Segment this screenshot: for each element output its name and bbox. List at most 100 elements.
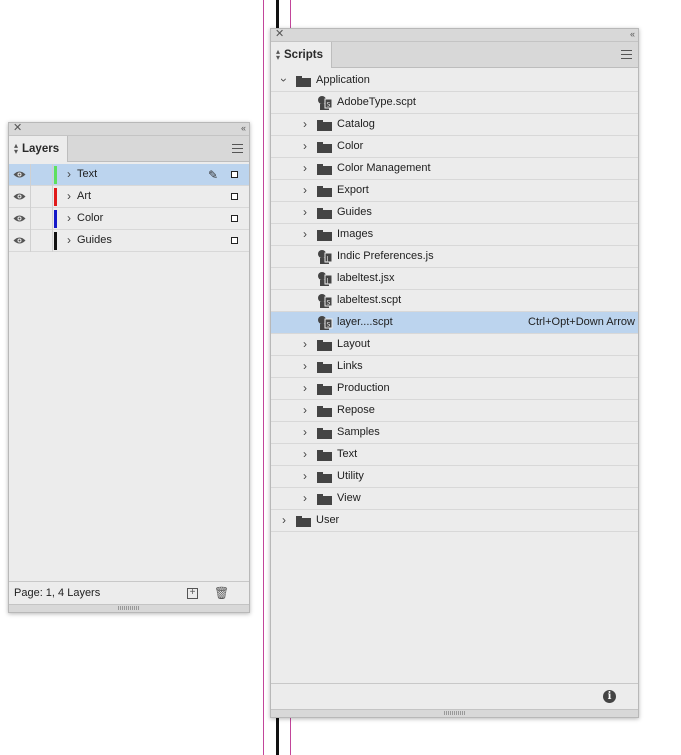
margin-guide-left: [263, 0, 264, 755]
chevron-down-icon[interactable]: ›: [277, 78, 291, 82]
trash-icon[interactable]: 🗑: [214, 586, 229, 600]
item-label: Color: [337, 140, 364, 152]
svg-text:S: S: [327, 300, 331, 307]
item-label: Catalog: [337, 118, 375, 130]
selection-square[interactable]: [231, 171, 238, 178]
svg-text:S: S: [327, 102, 331, 109]
eye-icon[interactable]: [13, 192, 26, 201]
chevron-right-icon[interactable]: ›: [303, 337, 307, 351]
scripts-footer: i: [271, 683, 638, 709]
item-label: layer....scpt: [337, 316, 393, 328]
item-label: Production: [337, 382, 390, 394]
chevron-right-icon[interactable]: ›: [303, 359, 307, 373]
tab-layers[interactable]: ▴ ▾ Layers: [9, 136, 69, 162]
folder-row[interactable]: › Utility: [271, 466, 638, 488]
folder-row[interactable]: › Production: [271, 378, 638, 400]
new-layer-icon[interactable]: +: [187, 588, 198, 599]
layer-row[interactable]: › Text ✎: [9, 164, 249, 186]
resize-handle[interactable]: [9, 604, 249, 612]
tab-scripts[interactable]: ▴ ▾ Scripts: [271, 42, 333, 68]
layer-color-swatch: [54, 166, 57, 184]
selection-square[interactable]: [231, 215, 238, 222]
selection-square[interactable]: [231, 237, 238, 244]
eye-icon[interactable]: [13, 236, 26, 245]
panel-menu-icon[interactable]: [232, 144, 243, 153]
chevron-right-icon[interactable]: ›: [303, 447, 307, 461]
folder-icon: [317, 230, 332, 241]
folder-icon: [296, 516, 311, 527]
script-row[interactable]: J Indic Preferences.js: [271, 246, 638, 268]
info-icon[interactable]: i: [603, 690, 616, 703]
layers-info-text: Page: 1, 4 Layers: [14, 587, 101, 599]
close-icon[interactable]: ✕: [275, 28, 284, 41]
chevron-right-icon[interactable]: ›: [303, 183, 307, 197]
chevron-right-icon[interactable]: ›: [67, 167, 71, 181]
chevron-right-icon[interactable]: ›: [303, 381, 307, 395]
folder-row[interactable]: › Color Management: [271, 158, 638, 180]
chevron-right-icon[interactable]: ›: [303, 227, 307, 241]
folder-row[interactable]: › Export: [271, 180, 638, 202]
folder-row[interactable]: › Samples: [271, 422, 638, 444]
folder-row[interactable]: › Guides: [271, 202, 638, 224]
chevron-right-icon[interactable]: ›: [303, 139, 307, 153]
close-icon[interactable]: ✕: [13, 122, 22, 135]
collapse-icon[interactable]: ‹‹: [241, 122, 246, 135]
applescript-file-icon: S: [318, 96, 333, 110]
chevron-right-icon[interactable]: ›: [303, 161, 307, 175]
script-row[interactable]: S AdobeType.scpt: [271, 92, 638, 114]
chevron-right-icon[interactable]: ›: [282, 513, 286, 527]
folder-row[interactable]: › User: [271, 510, 638, 532]
chevron-right-icon[interactable]: ›: [303, 425, 307, 439]
resize-handle[interactable]: [271, 709, 638, 717]
layers-panel: ✕ ‹‹ ▴ ▾ Layers › Text ✎ › Art › Color › Guides P…: [8, 122, 250, 613]
script-row[interactable]: Slabeltest.scpt: [271, 290, 638, 312]
collapse-icon[interactable]: ‹‹: [630, 28, 635, 41]
script-row[interactable]: Slayer....scpt Ctrl+Opt+Down Arrow: [271, 312, 638, 334]
layer-row[interactable]: › Guides: [9, 230, 249, 252]
layer-row[interactable]: › Color: [9, 208, 249, 230]
folder-row[interactable]: › Repose: [271, 400, 638, 422]
chevron-right-icon[interactable]: ›: [303, 469, 307, 483]
folder-row[interactable]: › View: [271, 488, 638, 510]
item-label: Images: [337, 228, 374, 240]
lock-column[interactable]: [30, 164, 31, 186]
folder-icon: [317, 384, 332, 395]
folder-row[interactable]: › Color: [271, 136, 638, 158]
item-label: Layout: [337, 338, 371, 350]
selection-square[interactable]: [231, 193, 238, 200]
script-row[interactable]: Jlabeltest.jsx: [271, 268, 638, 290]
chevron-right-icon[interactable]: ›: [67, 211, 71, 225]
chevron-right-icon[interactable]: ›: [303, 205, 307, 219]
folder-icon: [317, 406, 332, 417]
eye-icon[interactable]: [13, 170, 26, 179]
layers-panel-titlebar[interactable]: ✕ ‹‹: [9, 122, 249, 136]
chevron-right-icon[interactable]: ›: [303, 117, 307, 131]
chevron-right-icon[interactable]: ›: [67, 233, 71, 247]
chevron-right-icon[interactable]: ›: [303, 403, 307, 417]
folder-row[interactable]: › Application: [271, 70, 638, 92]
layer-name: Guides: [77, 234, 112, 246]
folder-icon: [317, 208, 332, 219]
column-divider: [52, 164, 53, 186]
lock-column[interactable]: [30, 230, 31, 252]
item-label: View: [337, 492, 361, 504]
folder-row[interactable]: › Layout: [271, 334, 638, 356]
chevron-right-icon[interactable]: ›: [303, 491, 307, 505]
item-label: labeltest.jsx: [337, 272, 395, 284]
folder-row[interactable]: › Links: [271, 356, 638, 378]
eye-icon[interactable]: [13, 214, 26, 223]
lock-column[interactable]: [30, 208, 31, 230]
layer-name: Color: [77, 212, 104, 224]
folder-row[interactable]: › Catalog: [271, 114, 638, 136]
layers-footer: Page: 1, 4 Layers + 🗑: [9, 581, 249, 604]
panel-menu-icon[interactable]: [621, 50, 632, 59]
folder-row[interactable]: › Images: [271, 224, 638, 246]
lock-column[interactable]: [30, 186, 31, 208]
folder-icon: [317, 428, 332, 439]
scripts-panel-titlebar[interactable]: ✕ ‹‹: [271, 28, 638, 42]
layer-row[interactable]: › Art: [9, 186, 249, 208]
chevron-right-icon[interactable]: ›: [67, 189, 71, 203]
folder-row[interactable]: › Text: [271, 444, 638, 466]
item-label: AdobeType.scpt: [337, 96, 416, 108]
folder-icon: [317, 186, 332, 197]
